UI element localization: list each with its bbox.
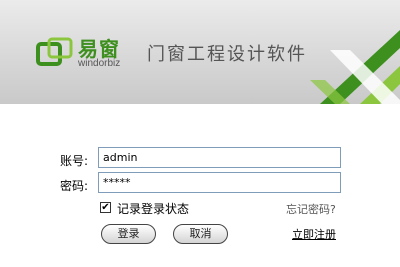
header-banner: 易窗 windorbiz 门窗工程设计软件 — [0, 0, 400, 104]
account-input[interactable] — [98, 147, 341, 168]
cancel-button[interactable]: 取消 — [173, 224, 228, 244]
login-button[interactable]: 登录 — [101, 224, 156, 244]
register-link[interactable]: 立即注册 — [292, 226, 336, 242]
remember-checkbox[interactable]: ✔ — [100, 202, 111, 213]
password-label: 密码: — [60, 179, 89, 193]
forgot-password-link[interactable]: 忘记密码? — [286, 201, 336, 217]
product-slogan: 门窗工程设计软件 — [147, 44, 307, 65]
brand-domain: windorbiz — [78, 58, 121, 69]
account-label: 账号: — [60, 154, 89, 168]
password-input[interactable] — [98, 172, 341, 193]
corner-stripes-graphic — [310, 30, 400, 104]
logo-icon — [36, 37, 73, 66]
remember-label: 记录登录状态 — [117, 202, 190, 216]
